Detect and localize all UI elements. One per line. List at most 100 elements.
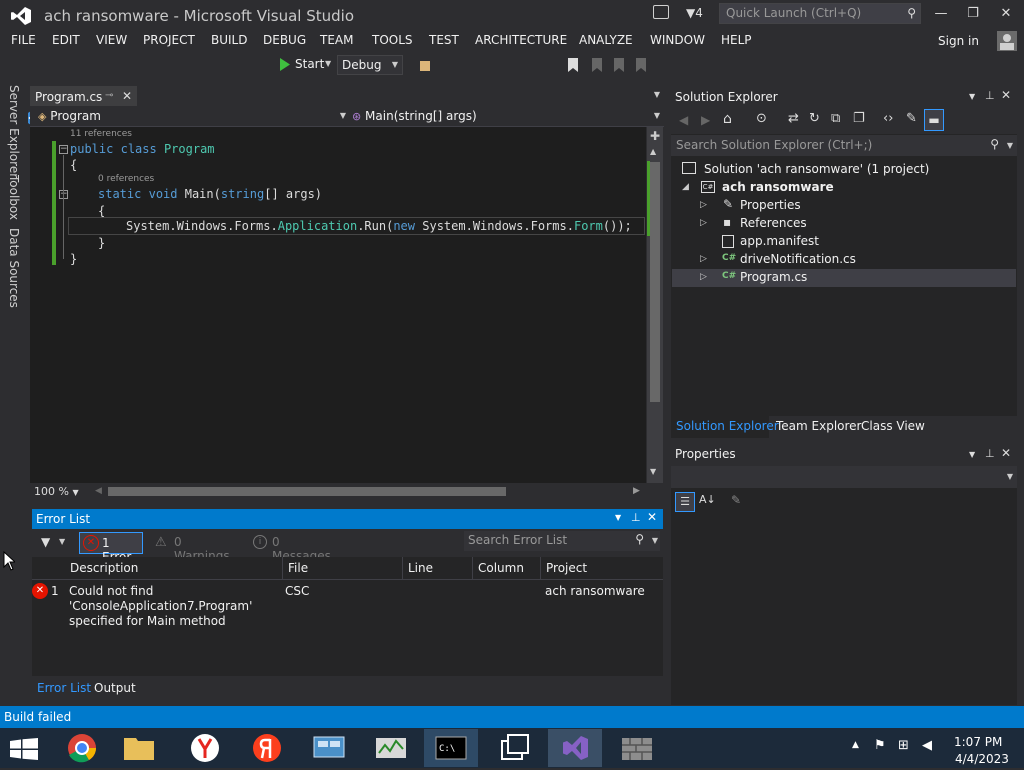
start-button[interactable]: Start [295, 57, 324, 71]
tree-item-solution[interactable]: Solution 'ach ransomware' (1 project) [682, 161, 1012, 179]
chrome-taskbar-icon[interactable] [55, 729, 109, 767]
menu-analyze[interactable]: ANALYZE [579, 33, 633, 47]
tab-program-cs[interactable]: Program.cs ⊸ ✕ [30, 86, 137, 106]
tab-team-explorer[interactable]: Team Explorer [776, 419, 862, 433]
menu-file[interactable]: FILE [11, 33, 36, 47]
configuration-dropdown[interactable]: Debug ▼ [337, 55, 403, 75]
start-dropdown-icon[interactable]: ▼ [325, 59, 331, 68]
categorized-icon[interactable]: ☰ [675, 492, 695, 512]
window-position-icon[interactable]: ▼ [969, 92, 975, 101]
column-file[interactable]: File [288, 561, 308, 575]
close-icon[interactable]: ✕ [1001, 88, 1011, 102]
collapsed-icon[interactable]: ▷ [700, 272, 707, 282]
horizontal-scroll-thumb[interactable] [108, 487, 506, 496]
properties-object-dropdown[interactable]: ▼ [671, 466, 1017, 488]
scroll-left-icon[interactable]: ◀ [95, 486, 102, 496]
scroll-right-icon[interactable]: ▶ [633, 486, 640, 496]
home-icon[interactable]: ⌂ [723, 111, 732, 127]
table-row[interactable]: ✕ 1 Could not find 'ConsoleApplication7.… [32, 580, 663, 630]
pin-icon[interactable]: ⊸ [105, 90, 113, 101]
scroll-down-icon[interactable]: ▼ [650, 467, 656, 476]
scroll-thumb[interactable] [650, 162, 660, 402]
forward-icon[interactable]: ▶ [701, 113, 710, 127]
chevron-down-icon[interactable]: ▼ [59, 537, 65, 546]
task-manager-taskbar-icon[interactable] [364, 729, 418, 767]
taskbar-clock-time[interactable]: 1:07 PM [954, 735, 1002, 749]
volume-muted-icon[interactable]: ◀ [922, 738, 932, 753]
menu-edit[interactable]: EDIT [52, 33, 80, 47]
editor-vertical-scrollbar[interactable]: ✚ ▲ ▼ [647, 127, 663, 483]
close-icon[interactable]: ✕ [1001, 446, 1011, 460]
bookmark-icon[interactable] [566, 57, 580, 73]
maximize-button[interactable]: ❐ [961, 4, 985, 24]
split-icon[interactable]: ✚ [650, 129, 660, 143]
network-icon[interactable]: ⊞ [898, 738, 909, 753]
warnings-filter-button[interactable]: ⚠ 0 Warnings [152, 532, 240, 563]
window-position-icon[interactable]: ▼ [615, 513, 621, 522]
minimize-button[interactable]: — [929, 4, 953, 24]
menu-help[interactable]: HELP [721, 33, 752, 47]
properties-wrench-icon[interactable]: ✎ [906, 111, 917, 126]
notifications-icon[interactable] [653, 5, 669, 19]
menu-view[interactable]: VIEW [96, 33, 127, 47]
column-column[interactable]: Column [478, 561, 524, 575]
zoom-level[interactable]: 100 % ▼ [34, 485, 79, 498]
collapsed-icon[interactable]: ▷ [700, 200, 707, 210]
menu-tools[interactable]: TOOLS [372, 33, 413, 47]
column-line[interactable]: Line [408, 561, 433, 575]
menu-debug[interactable]: DEBUG [263, 33, 306, 47]
yandex-taskbar-icon[interactable] [240, 729, 294, 767]
tree-item-drivenotification-cs[interactable]: ▷ C# driveNotification.cs [682, 251, 1012, 269]
action-center-flag-icon[interactable]: ⚑ [874, 738, 886, 753]
scroll-up-icon[interactable]: ▲ [650, 147, 656, 156]
show-all-files-icon[interactable]: ❐ [853, 111, 865, 126]
sign-in-link[interactable]: Sign in [938, 34, 979, 48]
tree-item-app-manifest[interactable]: app.manifest [682, 233, 1012, 251]
windows-start-icon[interactable] [10, 738, 38, 760]
menu-test[interactable]: TEST [429, 33, 459, 47]
close-window-button[interactable]: ✕ [994, 4, 1018, 24]
pin-icon[interactable]: ⊥ [631, 511, 641, 524]
tab-error-list[interactable]: Error List [37, 681, 91, 695]
tree-item-references[interactable]: ▷ ▪ References [682, 215, 1012, 233]
code-lens-references[interactable]: 0 references [98, 174, 154, 184]
collapse-icon[interactable]: − [59, 145, 68, 154]
error-list-search-input[interactable]: Search Error List ⚲ ▼ [464, 531, 660, 551]
menu-build[interactable]: BUILD [211, 33, 247, 47]
tab-solution-explorer[interactable]: Solution Explorer [676, 419, 779, 433]
solution-explorer-search-input[interactable]: Search Solution Explorer (Ctrl+;) ⚲ ▼ [671, 135, 1017, 156]
menu-window[interactable]: WINDOW [650, 33, 705, 47]
code-lens-references[interactable]: 11 references [70, 129, 132, 139]
yandex-browser-taskbar-icon[interactable] [178, 729, 232, 767]
next-bookmark-icon[interactable] [612, 57, 626, 73]
window-position-icon[interactable]: ▼ [969, 450, 975, 459]
collapsed-icon[interactable]: ▷ [700, 254, 707, 264]
pin-icon[interactable]: ⊥ [985, 89, 995, 102]
errors-filter-button[interactable]: ✕ 1 Error [79, 532, 143, 564]
menu-project[interactable]: PROJECT [143, 33, 195, 47]
server-explorer-tab[interactable]: Server Explorer [7, 85, 21, 178]
control-panel-taskbar-icon[interactable] [302, 729, 356, 767]
visual-studio-taskbar-icon[interactable] [548, 729, 602, 767]
tab-output[interactable]: Output [94, 681, 136, 695]
member-dropdown[interactable]: ⊛ Main(string[] args) ▼ [348, 107, 660, 125]
tab-overflow-icon[interactable]: ▼ [654, 90, 660, 99]
preview-selected-items-icon[interactable]: ▬ [924, 109, 944, 131]
data-sources-tab[interactable]: Data Sources [7, 228, 21, 308]
messages-filter-button[interactable]: i 0 Messages [250, 532, 340, 563]
show-hidden-icons-icon[interactable]: ▲ [852, 740, 859, 750]
pin-icon[interactable]: ⊥ [985, 447, 995, 460]
close-icon[interactable]: ✕ [647, 510, 657, 524]
alphabetical-icon[interactable]: A↓ [699, 493, 716, 506]
toolbox-tab[interactable]: Toolbox [7, 175, 21, 220]
quick-launch-input[interactable]: Quick Launch (Ctrl+Q) ⚲ [719, 3, 921, 24]
refresh-icon[interactable]: ↻ [809, 111, 820, 126]
class-dropdown[interactable]: ◈ Program ▼ [34, 107, 346, 125]
find-in-files-icon[interactable] [418, 57, 434, 73]
feedback-flag-icon[interactable]: ▼4 [686, 6, 703, 20]
column-project[interactable]: Project [546, 561, 587, 575]
view-code-icon[interactable]: ‹› [883, 111, 893, 126]
task-view-taskbar-icon[interactable] [488, 729, 542, 767]
firewall-taskbar-icon[interactable] [610, 729, 664, 767]
tab-class-view[interactable]: Class View [861, 419, 925, 433]
